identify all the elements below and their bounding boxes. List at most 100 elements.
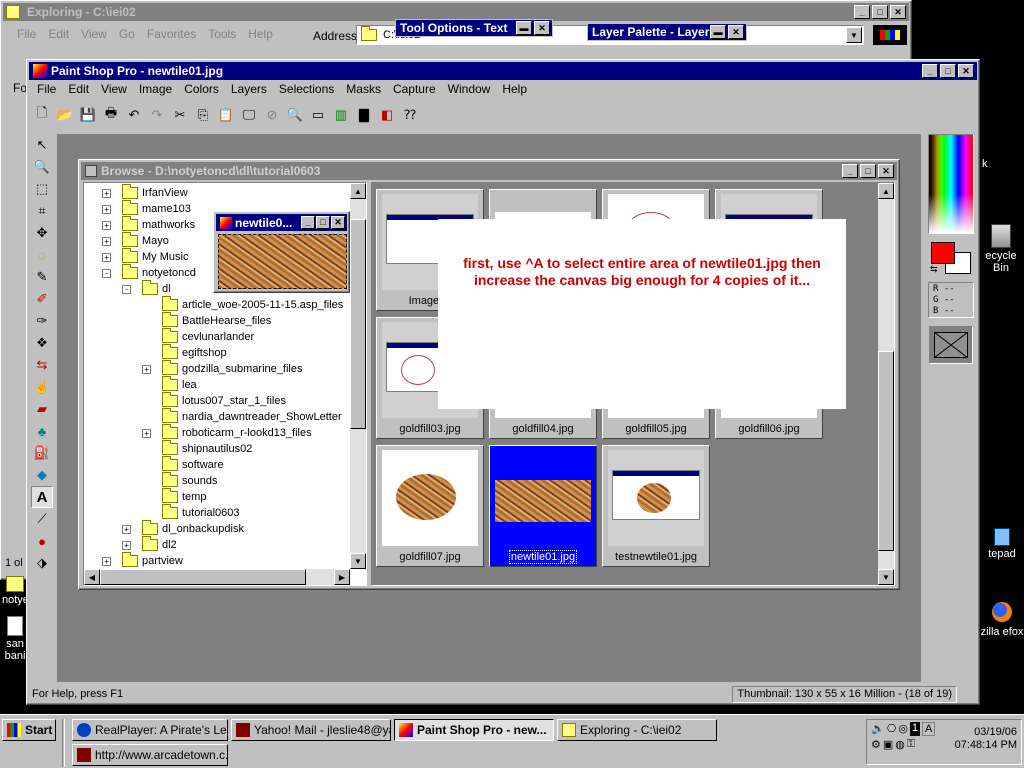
close-button[interactable]: ✕ (878, 164, 894, 178)
context-help-icon[interactable]: ⁇ (399, 104, 421, 126)
display-icon[interactable]: ▣ (883, 738, 893, 751)
redo-icon[interactable]: ↷ (146, 104, 168, 126)
expand-icon[interactable]: + (122, 540, 131, 550)
palette-minimize-button[interactable]: ▬ (710, 25, 726, 39)
expand-icon[interactable]: + (102, 204, 111, 214)
menu-layers[interactable]: Layers (225, 82, 273, 96)
tree-node[interactable]: egiftshop (162, 344, 227, 361)
selection-tool-icon[interactable]: ⬚ (31, 178, 53, 200)
clock[interactable]: 03/19/06 07:48:14 PM (955, 726, 1017, 752)
tree-vertical-scrollbar[interactable]: ▲ ▼ (350, 183, 366, 569)
task-paint-shop-pro[interactable]: Paint Shop Pro - new... (394, 719, 554, 741)
globe-icon[interactable]: ◍ (895, 738, 905, 751)
retouch-tool-icon[interactable]: ☝ (31, 376, 53, 398)
foreground-color-swatch[interactable] (931, 242, 955, 264)
tree-node[interactable]: + Mayo (102, 232, 169, 249)
cut-icon[interactable]: ✂ (169, 104, 191, 126)
paste-icon[interactable]: 📋 (215, 104, 237, 126)
menu-selections[interactable]: Selections (273, 82, 340, 96)
task-arcadetown[interactable]: http://www.arcadetown.c... (72, 744, 228, 766)
browse-titlebar[interactable]: Browse - D:\notyetoncd\dl\tutorial0603 (81, 162, 897, 180)
new-file-icon[interactable]: 🗋 (31, 104, 53, 126)
expand-icon[interactable]: + (102, 556, 111, 566)
expand-icon[interactable]: + (122, 524, 131, 534)
color-palette-toggle-icon[interactable]: ▥ (330, 104, 352, 126)
tree-node[interactable]: + IrfanView (102, 184, 188, 201)
zoom-toggle-icon[interactable]: 🔍 (284, 104, 306, 126)
arrow-tool-icon[interactable]: ↖ (31, 134, 53, 156)
save-icon[interactable]: 💾 (77, 104, 99, 126)
picture-tube-icon[interactable]: ♣ (31, 420, 53, 442)
info-icon[interactable]: 1 (909, 722, 921, 736)
close-button[interactable]: ✕ (331, 216, 345, 229)
menu-edit[interactable]: Edit (62, 82, 95, 96)
paintbrush-tool-icon[interactable]: ✐ (31, 288, 53, 310)
tree-horizontal-scrollbar[interactable]: ◀ ▶ (84, 569, 350, 585)
minimize-button[interactable]: _ (301, 216, 315, 229)
thumbnail-item[interactable]: newtile01.jpg (489, 445, 597, 567)
mover-tool-icon[interactable]: ✥ (31, 222, 53, 244)
scroll-thumb[interactable] (350, 219, 366, 429)
zoom-tool-icon[interactable]: 🔍 (31, 156, 53, 178)
image-canvas[interactable] (218, 234, 347, 289)
dropper-tool-icon[interactable]: ✎ (31, 266, 53, 288)
menu-view[interactable]: View (95, 82, 133, 96)
menu-window[interactable]: Window (442, 82, 497, 96)
tree-node[interactable]: + roboticarm_r-lookd13_files (142, 424, 312, 441)
flood-fill-icon[interactable]: ◆ (31, 464, 53, 486)
print-icon[interactable]: 🖶 (100, 104, 122, 126)
tree-node[interactable]: tutorial0603 (162, 504, 240, 521)
scroll-down-button[interactable]: ▼ (350, 553, 366, 569)
maximize-button[interactable]: □ (940, 64, 956, 78)
maximize-button[interactable]: □ (872, 5, 888, 19)
address-dropdown-button[interactable]: ▼ (846, 27, 862, 43)
close-button[interactable]: ✕ (890, 5, 906, 19)
tree-node[interactable]: + dl2 (122, 536, 177, 553)
tree-node[interactable]: - dl (122, 280, 171, 297)
preset-shapes-icon[interactable]: ● (31, 530, 53, 552)
text-tool-icon[interactable]: A (31, 486, 53, 508)
task-realplayer[interactable]: RealPlayer: A Pirate's Leg... (72, 719, 228, 741)
layer-palette[interactable]: Layer Palette - Layer ▬ ✕ (587, 23, 747, 41)
vector-object-icon[interactable]: ⬗ (31, 552, 53, 574)
scroll-up-button[interactable]: ▲ (878, 183, 894, 199)
palette-close-button[interactable]: ✕ (728, 25, 744, 39)
scroll-left-button[interactable]: ◀ (84, 569, 100, 585)
draw-tool-icon[interactable]: ⟋ (31, 508, 53, 530)
scroll-thumb[interactable] (878, 351, 894, 551)
expand-icon[interactable]: + (142, 428, 151, 438)
menu-help[interactable]: Help (242, 27, 279, 41)
tree-node[interactable]: temp (162, 488, 206, 505)
expand-icon[interactable]: + (142, 364, 151, 374)
tree-node[interactable]: + mame103 (102, 200, 191, 217)
collapse-icon[interactable]: - (122, 284, 131, 294)
menu-go[interactable]: Go (113, 27, 141, 41)
start-button[interactable]: Start (2, 719, 56, 741)
tree-node[interactable]: - notyetoncd (102, 264, 196, 281)
psp-titlebar[interactable]: Paint Shop Pro - newtile01.jpg (29, 62, 977, 80)
open-file-icon[interactable]: 📂 (54, 104, 76, 126)
thumbnail-vertical-scrollbar[interactable]: ▲ ▼ (878, 183, 894, 585)
hardware-icon[interactable]: ⚙ (871, 738, 881, 751)
clone-brush-icon[interactable]: ✑ (31, 310, 53, 332)
palette-close-button[interactable]: ✕ (534, 21, 550, 35)
menu-tools[interactable]: Tools (202, 27, 242, 41)
task-yahoo-mail[interactable]: Yahoo! Mail - jleslie48@ya... (231, 719, 391, 741)
airbrush-tool-icon[interactable]: ⛽ (31, 442, 53, 464)
swap-colors-icon[interactable]: ⇆ (930, 264, 938, 275)
style-swatch[interactable] (929, 326, 973, 364)
expand-icon[interactable]: + (102, 220, 111, 230)
tree-node[interactable]: + partview (102, 552, 183, 569)
monitor-icon[interactable]: ◎ (898, 722, 908, 736)
menu-file[interactable]: File (11, 27, 42, 41)
tree-node[interactable]: nardia_dawntreader_ShowLetter (162, 408, 342, 425)
tree-node[interactable]: + godzilla_submarine_files (142, 360, 302, 377)
expand-icon[interactable]: + (102, 252, 111, 262)
minimize-button[interactable]: _ (842, 164, 858, 178)
menu-edit[interactable]: Edit (42, 27, 75, 41)
minimize-button[interactable]: _ (854, 5, 870, 19)
tree-node[interactable]: + dl_onbackupdisk (122, 520, 244, 537)
network-icon[interactable]: ⎔ (887, 722, 897, 736)
scroll-thumb[interactable] (100, 569, 306, 585)
task-exploring[interactable]: Exploring - C:\iei02 (557, 719, 717, 741)
